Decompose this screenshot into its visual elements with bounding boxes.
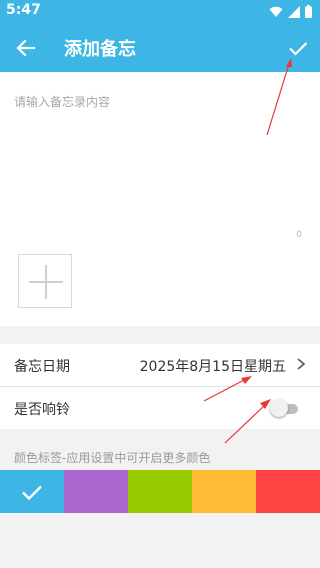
- wifi-icon: [269, 6, 283, 17]
- app-bar: 添加备忘: [0, 24, 320, 72]
- chevron-right-icon: [297, 358, 306, 370]
- selected-check-icon: [22, 485, 42, 501]
- ring-row: 是否响铃: [0, 387, 320, 429]
- memo-editor[interactable]: 请输入备忘录内容 0: [0, 72, 320, 326]
- color-swatches: [0, 470, 320, 513]
- memo-date-value[interactable]: 2025年8月15日星期五: [140, 356, 286, 376]
- ring-toggle[interactable]: [270, 399, 298, 417]
- back-arrow-icon[interactable]: [14, 36, 38, 60]
- char-count: 0: [296, 230, 302, 240]
- page-title: 添加备忘: [64, 39, 136, 60]
- color-swatch-blue[interactable]: [0, 470, 64, 513]
- color-swatch-purple[interactable]: [64, 470, 128, 513]
- color-tag-label: 颜色标签-应用设置中可开启更多颜色: [14, 451, 211, 465]
- color-swatch-red[interactable]: [256, 470, 320, 513]
- toggle-knob: [270, 399, 288, 417]
- memo-date-row[interactable]: 备忘日期 2025年8月15日星期五: [0, 344, 320, 386]
- memo-content-input[interactable]: 请输入备忘录内容: [14, 93, 110, 110]
- signal-icon: [288, 5, 300, 18]
- add-image-button[interactable]: [18, 254, 72, 308]
- status-time: 5:47: [6, 2, 41, 18]
- battery-icon: [305, 5, 312, 18]
- color-swatch-orange[interactable]: [192, 470, 256, 513]
- bottom-area: [0, 513, 320, 568]
- status-bar: 5:47: [0, 0, 320, 24]
- confirm-check-icon[interactable]: [286, 36, 310, 60]
- ring-label: 是否响铃: [14, 402, 70, 418]
- color-swatch-green[interactable]: [128, 470, 192, 513]
- status-icons: [269, 5, 312, 18]
- memo-date-label: 备忘日期: [14, 359, 70, 375]
